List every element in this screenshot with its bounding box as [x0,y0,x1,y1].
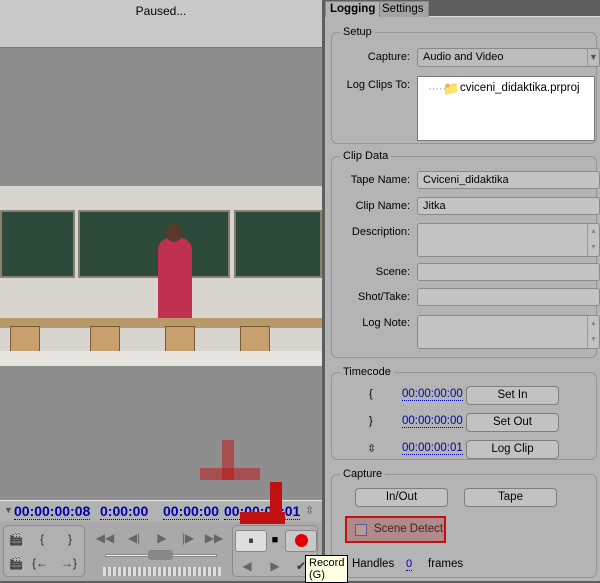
jog-wheel[interactable] [103,567,221,576]
log-note-label: Log Note: [362,317,410,329]
description-label: Description: [351,226,410,238]
clip-name-label: Clip Name: [355,200,410,212]
handles-label: Handles [352,558,395,570]
log-clip-button[interactable]: Log Clip [466,440,559,459]
chalkboard [234,210,322,278]
tooltip: Record (G) [305,555,349,583]
tab-settings[interactable]: Settings [377,1,429,17]
set-in-button[interactable]: Set In [466,386,559,405]
set-out-button[interactable]: Set Out [466,413,559,432]
scene-label: Scene: [375,266,410,278]
project-item[interactable]: cviceni_didaktika.prproj [460,82,580,94]
current-timecode[interactable]: 00:00:00:08 [14,504,91,520]
goto-out-icon[interactable]: →} [59,556,79,570]
folder-icon: 📁 [443,81,460,96]
fast-forward-icon[interactable]: ▶▶ [204,531,224,545]
capture-dropdown[interactable]: Audio and Video ▼ [417,48,600,67]
capture-value: Audio and Video [423,51,504,63]
timecode-legend: Timecode [343,366,391,378]
log-clips-tree[interactable]: ····· 📁 cviceni_didaktika.prproj [417,76,595,141]
logging-panel: Logging Settings Setup Capture: Audio an… [325,0,600,581]
scroll-arrows-icon[interactable]: ▲ ▼ [587,316,599,348]
log-note-input[interactable]: ▲ ▼ [417,315,600,349]
status-text: Paused... [0,0,322,48]
next-scene-icon[interactable]: ▶ [265,559,285,573]
chair [165,326,195,352]
setup-legend: Setup [343,26,372,38]
scene-input[interactable] [417,263,600,281]
scene-detect-label: Scene Detect [374,523,444,535]
floor [0,351,322,366]
highlight-arrow [222,440,234,480]
frames-label: frames [428,558,464,570]
chair [240,326,270,352]
timecode-section: Timecode { 00:00:00:00 Set In } 00:00:00… [331,366,597,460]
set-in-icon[interactable]: { [32,532,52,546]
out-timecode[interactable]: 00:00:00 [163,504,220,520]
out-point-icon: } [369,415,373,427]
shot-take-label: Shot/Take: [358,291,410,303]
chalkboard [78,210,230,278]
record-button[interactable] [285,530,317,552]
capture-in-out-button[interactable]: In/Out [355,488,448,507]
capture-tape-button[interactable]: Tape [464,488,557,507]
chevron-down-icon: ▼ [587,49,599,66]
tape-name-input[interactable]: Cviceni_didaktika [417,171,600,189]
capture-label: Capture: [367,51,410,63]
tape-name-label: Tape Name: [350,174,410,186]
person [158,238,192,323]
in-point-value[interactable]: 00:00:00:00 [402,388,463,401]
person-head [166,224,182,242]
capture-section: Capture In/Out Tape Scene Detect Handles… [331,468,597,578]
log-clips-label: Log Clips To: [346,79,410,91]
goto-in-icon[interactable]: {← [30,556,50,570]
handles-value[interactable]: 0 [406,558,413,571]
transport-controls: 🎬 { } 🎬 {← →} ◀◀ ◀| ▶ |▶ ▶▶ ⏸ ■ ◀ ▶ ✔ [0,522,322,581]
desk [0,318,322,328]
duration-icon: ⇳ [367,443,377,455]
step-back-icon[interactable]: ◀| [124,531,144,545]
duration-value[interactable]: 00:00:00:01 [402,442,463,455]
chair [10,326,40,352]
marker-group: 🎬 { } 🎬 {← →} [3,525,85,577]
tab-bar: Logging Settings [325,0,600,17]
clapper-out-icon[interactable]: 🎬 [6,556,26,570]
description-input[interactable]: ▲ ▼ [417,223,600,257]
play-icon[interactable]: ▶ [152,531,172,545]
duration-icon: ⇳ [305,505,315,517]
clapper-in-icon[interactable]: 🎬 [6,532,26,546]
triangle-down-icon[interactable]: ▼ [4,505,13,515]
in-timecode[interactable]: 0:00:00 [100,504,149,520]
clip-name-input[interactable]: Jitka [417,197,600,215]
capture-legend: Capture [343,468,383,480]
scroll-arrows-icon[interactable]: ▲ ▼ [587,224,599,256]
video-preview [0,186,322,366]
in-point-icon: { [369,388,373,400]
highlight-arrow [270,482,282,524]
setup-section: Setup Capture: Audio and Video ▼ Log Clip… [331,26,600,144]
scene-detect-checkbox[interactable] [355,524,367,536]
shuttle-handle[interactable] [148,550,173,560]
chalkboard [0,210,75,278]
shot-take-input[interactable] [417,288,600,306]
rewind-icon[interactable]: ◀◀ [95,531,115,545]
clip-data-legend: Clip Data [343,150,389,162]
chair [90,326,120,352]
out-point-value[interactable]: 00:00:00:00 [402,415,463,428]
set-out-icon[interactable]: } [60,532,80,546]
step-forward-icon[interactable]: |▶ [178,531,198,545]
clip-data-section: Clip Data Tape Name: Cviceni_didaktika C… [331,150,600,358]
scene-detect-highlight: Scene Detect [345,516,446,543]
previous-scene-icon[interactable]: ◀ [237,559,257,573]
tab-logging[interactable]: Logging [325,1,381,17]
